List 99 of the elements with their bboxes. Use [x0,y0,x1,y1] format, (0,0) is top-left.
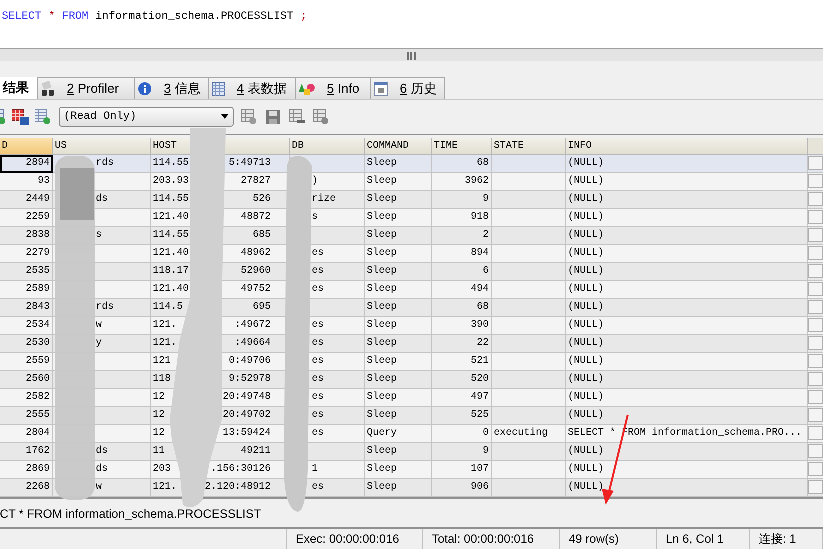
table-cell-text: 11 [152,444,166,459]
column-header[interactable]: DB [290,138,365,155]
table-cell-text: 203.93 [152,174,190,189]
status-text: Exec: 00:00:00:016 [296,531,400,548]
status-text: Ln 6, Col 1 [666,531,724,548]
table-cell-text: :49672 [234,318,271,333]
cell-edit-button[interactable] [808,372,823,386]
cell-edit-button[interactable] [808,336,823,350]
table-cell-text: 114.55 [152,192,190,207]
splitter-grip-icon[interactable] [407,52,416,60]
sql-token: SELECT [2,10,42,24]
column-header[interactable]: INFO [566,138,808,155]
cell-edit-button[interactable] [808,444,823,458]
cell-edit-button[interactable] [808,174,823,188]
cell-edit-button[interactable] [808,318,823,332]
result-tab[interactable]: 5 Info [296,77,371,100]
table-cell-text: 27827 [240,174,271,189]
table-cell-text: 48872 [240,210,271,225]
table-cell: 906 [432,478,492,497]
status-text: 连接: 1 [759,531,796,548]
table-cell-text: 20:49702 [222,408,271,423]
message-text: CT * FROM information_schema.PROCESSLIST [0,506,262,523]
table-cell-text: :49664 [234,336,271,351]
sql-token: FROM [62,10,89,24]
table-refresh-icon[interactable] [35,108,51,125]
shapes-icon [299,82,315,96]
table-cell-text: 114.55 [152,156,190,171]
table-cell-text: 118.17 [152,264,190,279]
result-tab[interactable]: 6 历史 [371,77,445,100]
table-cell-text: 52960 [240,264,271,279]
result-tab[interactable]: 3 信息 [135,77,209,100]
table-cell-text: 2.120:48912 [204,480,271,495]
table-cell-text: 695 [252,300,271,315]
table-export-icon[interactable] [12,108,29,125]
table-cell: 2268 [0,478,53,497]
calendar-icon [374,81,388,96]
row-delete-icon[interactable] [289,108,305,125]
cell-edit-button[interactable] [808,408,823,422]
column-header[interactable]: STATE [492,138,566,155]
dropdown-arrow-icon [221,114,229,120]
status-text: 49 row(s) [569,531,620,548]
table-cell-text: 121. [152,480,178,495]
sql-token: information_schema.PROCESSLIST [96,10,294,24]
info-icon [138,82,152,96]
column-header[interactable]: D [0,138,53,155]
row-add-icon[interactable] [241,108,257,125]
result-tab[interactable]: 4 表数据 [209,77,296,100]
table-cell-text: 12 [152,390,166,405]
status-text: Total: 00:00:00:016 [432,531,534,548]
sql-token: * [48,10,56,24]
cell-edit-button[interactable] [808,264,823,278]
table-cell-text: 203 [152,462,172,477]
result-tab[interactable]: 2 Profiler [38,77,135,100]
table-cell-text: 0:49706 [228,354,271,369]
cell-edit-button[interactable] [808,210,823,224]
table-cell-text: 20:49748 [222,390,271,405]
table-cell: 2894 [0,154,53,173]
cell-edit-button[interactable] [808,282,823,296]
sql-token: ; [300,10,308,24]
column-header[interactable]: TIME [432,138,492,155]
table-cell-text: 49211 [240,444,271,459]
table-cell-text: 526 [252,192,271,207]
table-cell-text: 114.5 [152,300,184,315]
table-cell-text: 13:59424 [222,426,271,441]
cell-edit-button[interactable] [808,390,823,404]
table-cell-text: 685 [252,228,271,243]
cell-edit-button[interactable] [808,300,823,314]
table-cell-text: 121. [152,336,178,351]
table-cell-text: 121.40 [152,282,190,297]
column-header[interactable]: US [53,138,151,155]
cell-edit-button[interactable] [808,480,823,494]
cell-edit-button[interactable] [808,228,823,242]
table-cell-text: 12 [152,426,166,441]
cell-edit-button[interactable] [808,354,823,368]
mode-select[interactable]: (Read Only) [59,106,234,127]
table-cell-text: 121.40 [152,246,190,261]
table-cell-text: 5:49713 [228,156,271,171]
result-tab[interactable]: 结果 [0,77,38,100]
table-cell-text: 48962 [240,246,271,261]
cell-edit-button[interactable] [808,246,823,260]
column-header[interactable]: COMMAND [365,138,432,155]
row-cancel-icon[interactable] [313,108,329,125]
table-cell-text: 118 [152,372,172,387]
table-cell: Sleep [365,478,432,497]
table-cell-text: 121 [152,354,172,369]
save-icon[interactable] [265,108,281,125]
table-cell-text: .156:30126 [210,462,271,477]
cell-edit-button[interactable] [808,156,823,170]
cell-edit-button[interactable] [808,426,823,440]
cell-edit-button[interactable] [808,192,823,206]
cell-edit-button[interactable] [808,462,823,476]
table-cell-text: 114.55 [152,228,190,243]
table-icon [212,82,225,96]
table-cell-text: 9:52978 [228,372,271,387]
binoculars-icon [41,80,55,97]
table-cell-text: 121.40 [152,210,190,225]
table-cell-text: 121. [152,318,178,333]
table-cell-text: 49752 [240,282,271,297]
table-cell-text: 12 [152,408,166,423]
